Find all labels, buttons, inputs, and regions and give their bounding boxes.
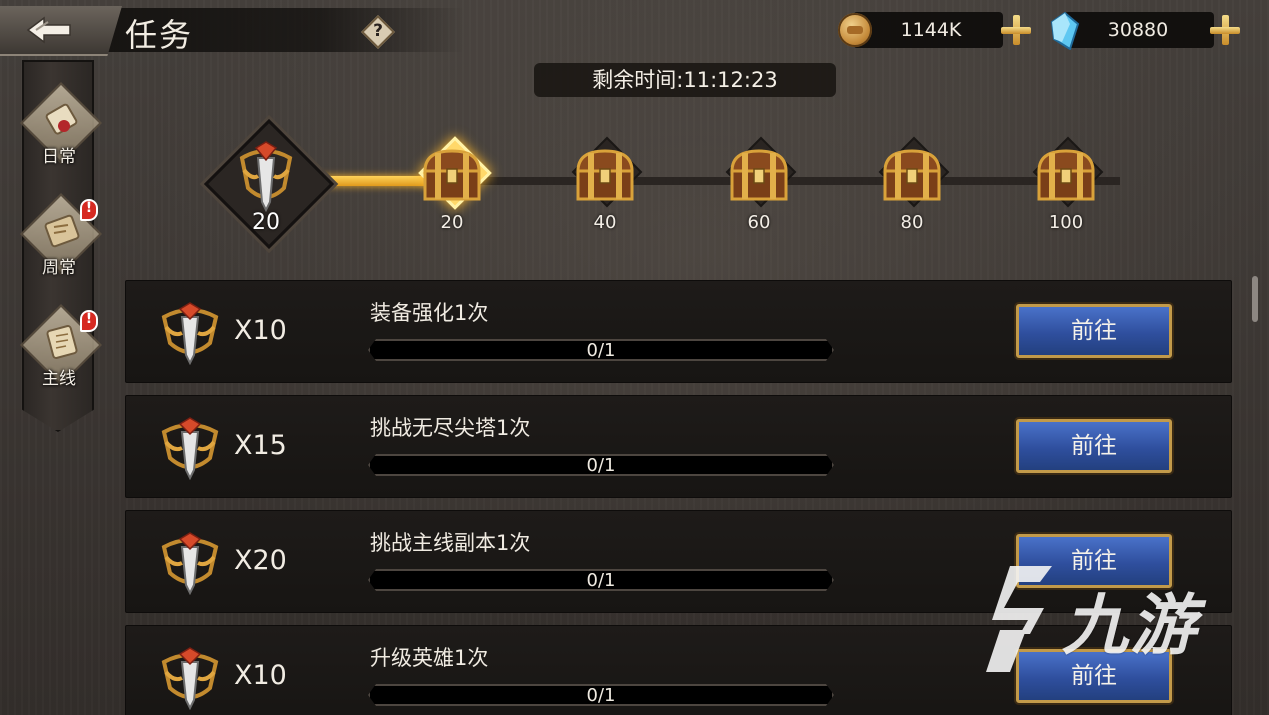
gold-counter: 1144K [853,12,1003,48]
blue-gem-icon [1050,12,1080,50]
task-reward: X15 [234,430,287,461]
page-title: 任务 [125,16,194,54]
scroll-icon [45,103,78,135]
treasure-chest-icon [883,149,941,201]
activity-emblem: 20 [203,118,335,250]
treasure-chest-icon [576,149,634,201]
milestone-value: 80 [900,212,924,233]
back-arrow-icon [26,16,71,44]
task-row: X10 装备强化1次 0/1 前往 [125,280,1232,383]
treasure-chest-icon [1037,149,1095,201]
reward-chest[interactable]: 40 [560,135,650,235]
tab-main[interactable]: 主线 ! [14,303,104,398]
task-reward: X10 [234,660,287,691]
task-name: 升级英雄1次 [370,646,489,670]
activity-medal-icon [239,141,293,212]
tab-daily[interactable]: 日常 [14,81,104,176]
task-progress-text: 0/1 [586,455,616,476]
task-name: 挑战无尽尖塔1次 [370,416,531,440]
gem-amount: 30880 [1107,19,1169,41]
tab-weekly[interactable]: 周常 ! [14,192,104,287]
watermark-logo: 九游 [970,560,1240,680]
watermark-text: 九游 [1062,587,1198,664]
reward-chest[interactable]: 100 [1021,135,1111,235]
task-name: 装备强化1次 [370,301,489,325]
gem-counter: 30880 [1064,12,1214,48]
tab-main-label: 主线 [42,369,76,389]
milestone-value: 20 [440,212,464,233]
book-scroll-icon [46,325,78,359]
task-progress-text: 0/1 [586,570,616,591]
gold-amount: 1144K [900,19,962,41]
scrollbar[interactable] [1252,276,1258,322]
watermark-icon [986,566,1052,672]
map-scroll-icon [44,214,80,248]
milestone-value: 60 [747,212,771,233]
alert-badge: ! [80,310,98,332]
task-reward: X20 [234,545,287,576]
remaining-time: 剩余时间:11:12:23 [534,63,836,97]
gold-coin-icon [838,13,872,47]
go-button[interactable]: 前往 [1016,419,1172,473]
alert-badge: ! [80,199,98,221]
treasure-chest-icon [423,149,481,201]
activity-medal-icon [161,302,219,365]
task-row: X15 挑战无尽尖塔1次 0/1 前往 [125,395,1232,498]
reward-chest[interactable]: 60 [714,135,804,235]
milestone-value: 100 [1048,212,1084,233]
task-reward: X10 [234,315,287,346]
add-gold-button[interactable] [998,12,1034,48]
activity-medal-icon [161,647,219,710]
back-button[interactable] [0,6,122,56]
help-label: ? [373,21,383,41]
treasure-chest-icon [730,149,788,201]
go-button[interactable]: 前往 [1016,304,1172,358]
reward-chest[interactable]: 20 [407,135,497,235]
task-name: 挑战主线副本1次 [370,531,531,555]
add-gem-button[interactable] [1207,12,1243,48]
task-progress-text: 0/1 [586,685,616,706]
help-button[interactable]: ? [361,15,395,49]
activity-points: 20 [252,210,280,235]
tab-daily-label: 日常 [42,147,76,167]
activity-medal-icon [161,417,219,480]
activity-medal-icon [161,532,219,595]
milestone-value: 40 [593,212,617,233]
task-progress-text: 0/1 [586,340,616,361]
reward-chest[interactable]: 80 [867,135,957,235]
tab-weekly-label: 周常 [42,258,76,278]
